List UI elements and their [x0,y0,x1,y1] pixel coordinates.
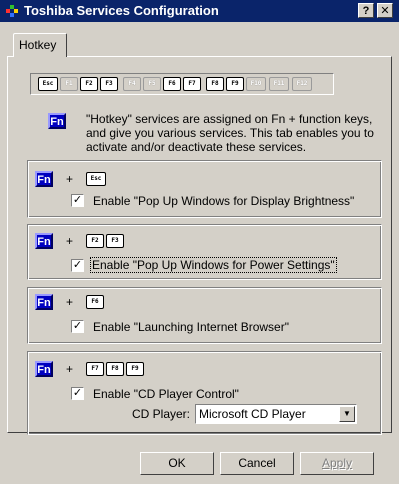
key-f3: F3 [106,234,124,248]
key-f4: F4 [123,77,141,91]
fn-key-icon: Fn [48,113,66,129]
plus-sign: + [66,234,74,248]
cancel-button[interactable]: Cancel [220,452,294,475]
display-brightness-checkbox[interactable]: ✓ [71,194,84,207]
fn-key-icon: Fn [35,361,53,377]
hotkey-description: "Hotkey" services are assigned on Fn + f… [86,112,374,154]
cd-player-select-label: CD Player: [132,407,191,421]
power-settings-checkbox[interactable]: ✓ [71,259,84,272]
key-f9: F9 [126,362,144,376]
ok-button[interactable]: OK [140,452,214,475]
apply-button[interactable]: Apply [300,452,374,475]
title-bar[interactable]: Toshiba Services Configuration ? ✕ [0,0,399,22]
key-f5: F5 [143,77,161,91]
plus-sign: + [66,172,74,186]
key-f8: F8 [206,77,224,91]
group-internet-browser [27,287,382,344]
key-f2: F2 [80,77,98,91]
key-f7: F7 [86,362,104,376]
key-esc: Esc [86,172,106,186]
key-f11: F11 [269,77,289,91]
help-button[interactable]: ? [358,3,374,18]
power-settings-label[interactable]: Enable "Pop Up Windows for Power Setting… [90,257,337,273]
group-display-brightness [27,160,382,218]
toshiba-app-icon [6,5,18,17]
chevron-down-icon[interactable]: ▼ [339,406,355,422]
key-f2: F2 [86,234,104,248]
internet-browser-checkbox[interactable]: ✓ [71,320,84,333]
key-f12: F12 [292,77,312,91]
key-f3: F3 [100,77,118,91]
key-f7: F7 [183,77,201,91]
window-title: Toshiba Services Configuration [24,3,219,18]
cd-player-selected-value: Microsoft CD Player [199,407,306,421]
plus-sign: + [66,362,74,376]
function-key-strip: Esc F1 F2 F3 F4 F5 F6 F7 F8 F9 F10 F11 F… [30,73,334,95]
tab-hotkey[interactable]: Hotkey [13,33,67,57]
close-button[interactable]: ✕ [377,3,393,18]
key-f10: F10 [246,77,266,91]
internet-browser-label[interactable]: Enable "Launching Internet Browser" [93,320,289,334]
fn-key-icon: Fn [35,233,53,249]
display-brightness-label[interactable]: Enable "Pop Up Windows for Display Brigh… [93,194,354,208]
cd-player-select[interactable]: Microsoft CD Player ▼ [195,404,357,424]
cd-player-checkbox[interactable]: ✓ [71,387,84,400]
key-f1: F1 [60,77,78,91]
key-f6: F6 [86,295,104,309]
key-f6: F6 [163,77,181,91]
fn-key-icon: Fn [35,294,53,310]
fn-key-icon: Fn [35,171,53,187]
tab-hotkey-label: Hotkey [19,38,57,52]
key-f9: F9 [226,77,244,91]
plus-sign: + [66,295,74,309]
cd-player-control-label[interactable]: Enable "CD Player Control" [93,387,239,401]
key-esc: Esc [38,77,58,91]
key-f8: F8 [106,362,124,376]
